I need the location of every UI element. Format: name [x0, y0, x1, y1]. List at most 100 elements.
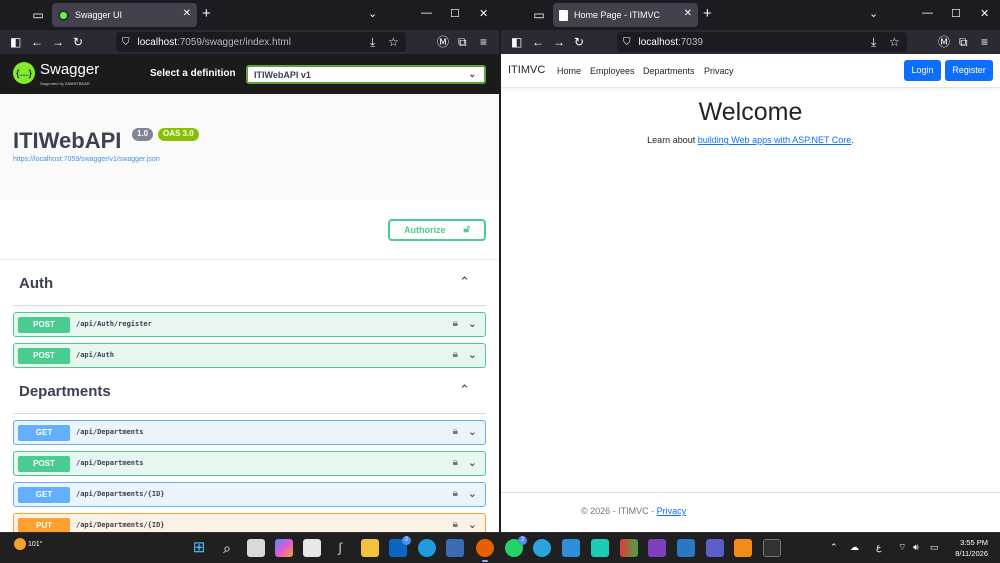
start-icon[interactable]: ⊞ [190, 539, 208, 557]
operation-row[interactable]: POST /api/Departments 🔒︎ ⌄ [13, 451, 486, 476]
method-badge: GET [18, 425, 70, 441]
lock-icon[interactable]: 🔒︎ [453, 426, 458, 437]
tab-swagger[interactable]: Swagger UI ✕ [52, 3, 197, 27]
volume-icon[interactable]: 🔊︎ [913, 542, 919, 553]
learn-link[interactable]: building Web apps with ASP.NET Core [698, 135, 852, 145]
operation-row[interactable]: POST /api/Auth/register 🔒︎ ⌄ [13, 312, 486, 337]
firefox-icon[interactable] [476, 539, 494, 562]
maximize-icon[interactable]: ☐ [951, 7, 961, 20]
close-window-icon[interactable]: ✕ [479, 7, 488, 20]
new-tab-icon[interactable]: + [703, 5, 712, 22]
vlc-icon[interactable] [734, 539, 752, 557]
tab-overflow-chevron-icon[interactable]: ⌄ [368, 7, 377, 20]
site-brand[interactable]: ITIMVC [508, 64, 545, 76]
group-header-auth[interactable]: Auth ⌃ [13, 260, 486, 306]
account-icon[interactable]: Ⓜ [437, 34, 449, 50]
tab-list-icon[interactable]: ▭ [531, 7, 547, 23]
register-button[interactable]: Register [945, 60, 993, 81]
lock-icon[interactable]: 🔒︎ [453, 457, 458, 468]
tab-overflow-chevron-icon[interactable]: ⌄ [869, 7, 878, 20]
group-title: Auth [19, 275, 54, 292]
extensions-icon[interactable]: ⧉ [959, 34, 968, 50]
store-icon[interactable] [303, 539, 321, 557]
close-tab-icon[interactable]: ✕ [684, 8, 692, 19]
teams-icon[interactable] [706, 539, 724, 557]
group-header-departments[interactable]: Departments ⌃ [13, 368, 486, 414]
minimize-icon[interactable]: — [421, 7, 432, 19]
close-window-icon[interactable]: ✕ [980, 7, 989, 20]
back-icon[interactable]: ← [532, 34, 544, 50]
chevron-down-icon: ⌄ [468, 69, 476, 79]
notepad-icon[interactable]: ∫ [331, 539, 349, 557]
menu-icon[interactable]: ≡ [480, 34, 487, 50]
task-view-icon[interactable] [247, 539, 265, 557]
nav-link-privacy[interactable]: Privacy [704, 66, 734, 76]
whatsapp-icon[interactable]: 2 [505, 536, 527, 557]
definition-select[interactable]: ITIWebAPI v1 ⌄ [246, 65, 486, 84]
linkedin-icon[interactable]: 2 [389, 536, 411, 557]
new-tab-icon[interactable]: + [202, 5, 211, 22]
sidebar-icon[interactable]: ◧ [511, 34, 522, 50]
operation-row[interactable]: GET /api/Departments/{ID} 🔒︎ ⌄ [13, 482, 486, 507]
reload-icon[interactable]: ↻ [73, 34, 83, 50]
visual-studio-icon[interactable] [648, 539, 666, 557]
lock-icon[interactable]: 🔒︎ [453, 349, 458, 360]
file-explorer-icon[interactable] [361, 539, 379, 557]
close-tab-icon[interactable]: ✕ [183, 8, 191, 19]
operation-path: /api/Auth/register [76, 320, 152, 328]
search-icon[interactable]: ⌕ [218, 539, 236, 557]
account-icon[interactable]: Ⓜ [938, 34, 950, 50]
extensions-icon[interactable]: ⧉ [458, 34, 467, 50]
minimize-icon[interactable]: — [922, 7, 933, 19]
battery-icon[interactable]: ▭ [930, 542, 939, 553]
operation-row[interactable]: GET /api/Departments 🔒︎ ⌄ [13, 420, 486, 445]
photos-icon[interactable] [446, 539, 464, 557]
operation-row[interactable]: POST /api/Auth 🔒︎ ⌄ [13, 343, 486, 368]
menu-icon[interactable]: ≡ [981, 34, 988, 50]
chevron-up-icon: ⌃ [459, 274, 470, 289]
address-bar[interactable]: ⛉ localhost:7039 [617, 32, 907, 52]
authorize-button[interactable]: Authorize 🔓︎ [388, 219, 486, 241]
forward-icon[interactable]: → [553, 34, 565, 50]
bookmark-star-icon[interactable]: ☆ [388, 34, 399, 50]
learn-text: Learn about building Web apps with ASP.N… [501, 135, 1000, 145]
weather-temp: 101° [27, 540, 43, 548]
vscode-icon[interactable] [562, 539, 580, 557]
save-page-icon[interactable]: ⤓ [871, 34, 876, 50]
forward-icon[interactable]: → [52, 34, 64, 50]
language-icon[interactable]: ع [876, 542, 881, 553]
swagger-logo-icon[interactable]: {…} [13, 62, 35, 84]
copilot-icon[interactable] [275, 539, 293, 557]
tab-home-page[interactable]: Home Page - ITIMVC ✕ [553, 3, 698, 27]
edge-icon[interactable] [418, 539, 436, 557]
clock[interactable]: 3:55 PM 8/11/2026 [955, 537, 988, 559]
address-bar[interactable]: ⛉ localhost:7059/swagger/index.html [116, 32, 406, 52]
login-button[interactable]: Login [904, 60, 941, 81]
nav-link-home[interactable]: Home [557, 66, 581, 76]
wifi-icon[interactable]: ⌔ [898, 542, 906, 553]
jetbrains-icon[interactable] [591, 539, 609, 557]
terminal-icon[interactable] [763, 539, 781, 557]
sql-server-icon[interactable] [677, 539, 695, 557]
nav-link-employees[interactable]: Employees [590, 66, 635, 76]
lock-icon[interactable]: 🔒︎ [453, 488, 458, 499]
nav-link-departments[interactable]: Departments [643, 66, 695, 76]
swagger-favicon-icon [58, 9, 69, 21]
operation-row[interactable]: PUT /api/Departments/{ID} 🔒︎ ⌄ [13, 513, 486, 532]
tray-chevron-up-icon[interactable]: ⌃ [830, 542, 838, 553]
tab-list-icon[interactable]: ▭ [30, 7, 46, 23]
save-page-icon[interactable]: ⤓ [370, 34, 375, 50]
lock-icon[interactable]: 🔒︎ [453, 519, 458, 530]
bookmark-star-icon[interactable]: ☆ [889, 34, 900, 50]
spec-link[interactable]: https://localhost:7059/swagger/v1/swagge… [13, 156, 160, 163]
cloud-icon[interactable]: ☁ [850, 542, 859, 553]
telegram-icon[interactable] [533, 539, 551, 557]
back-icon[interactable]: ← [31, 34, 43, 50]
sidebar-icon[interactable]: ◧ [10, 34, 21, 50]
reload-icon[interactable]: ↻ [574, 34, 584, 50]
weather-widget[interactable]: 101° [14, 538, 42, 550]
lock-icon[interactable]: 🔒︎ [453, 318, 458, 329]
maximize-icon[interactable]: ☐ [450, 7, 460, 20]
footer-privacy-link[interactable]: Privacy [657, 506, 687, 516]
app-grid-icon[interactable] [620, 539, 638, 557]
